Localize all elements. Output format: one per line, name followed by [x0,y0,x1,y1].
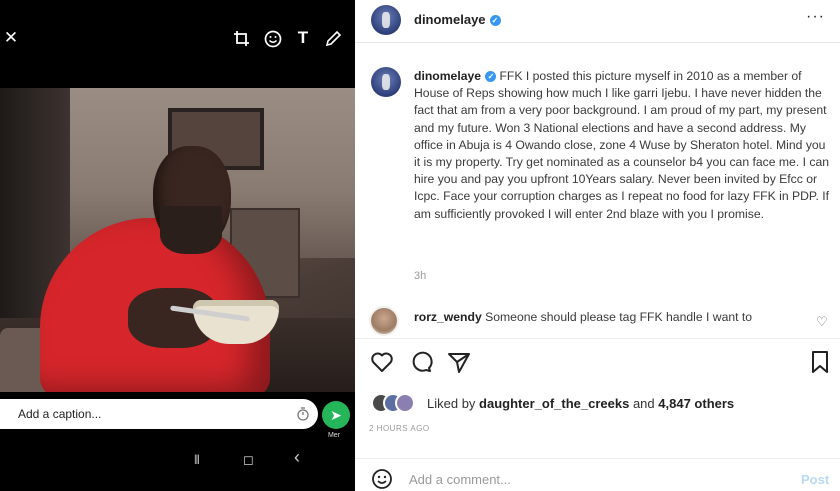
liked-by-user[interactable]: daughter_of_the_creeks [479,396,629,411]
commenter-avatar[interactable] [369,306,399,336]
crop-rotate-icon[interactable] [231,29,253,49]
comment: rorz_wendy Someone should please tag FFK… [414,310,814,327]
post-author-header[interactable]: dinomelaye ✓ [414,12,501,27]
commenter-username[interactable]: rorz_wendy [414,310,482,324]
post-date: 2 HOURS AGO [369,424,430,433]
post-comment-button[interactable]: Post [801,472,829,487]
bookmark-icon[interactable] [807,349,833,375]
mini-avatar [395,393,415,413]
emoji-icon[interactable] [371,468,393,490]
author-username[interactable]: dinomelaye [414,12,486,27]
pencil-icon[interactable] [322,29,344,49]
divider [355,338,840,339]
caption-emoji-icon[interactable] [0,405,12,423]
text-icon[interactable]: T [292,28,314,48]
caption-input[interactable] [18,399,288,429]
recents-nav-icon[interactable]: ||| [194,452,200,468]
back-nav-icon[interactable]: ‹ [294,448,300,466]
send-icon: ➤ [330,407,342,423]
heart-icon[interactable] [369,349,395,375]
comment-like-icon[interactable]: ♡ [816,314,828,330]
close-icon[interactable]: ✕ [0,28,22,48]
home-nav-icon[interactable]: ◻ [243,452,254,468]
media-editor: ✕ T ➤ Mer ||| ◻ ‹ [0,0,355,491]
caption-avatar[interactable] [371,67,401,97]
divider [355,42,840,43]
photo-person-beard [160,206,222,254]
timer-icon[interactable] [296,406,310,422]
liked-by-prefix: Liked by [427,396,476,411]
send-button[interactable]: ➤ [322,401,350,429]
caption-body: FFK I posted this picture myself in 2010… [414,69,830,221]
likes-summary: Liked by daughter_of_the_creeks and 4,84… [427,396,734,411]
more-options-button[interactable]: ··· [806,8,825,26]
caption-timestamp: 3h [414,270,427,282]
liked-by-and: and [632,396,655,411]
instagram-post: dinomelaye ✓ ··· dinomelaye ✓ FFK I posted… [355,0,840,491]
comment-icon[interactable] [408,349,434,375]
shared-photo [0,88,355,392]
likes-count[interactable]: 4,847 others [658,396,734,411]
verified-badge-icon: ✓ [485,71,497,82]
more-icon: ··· [806,8,825,25]
recipient-label: Mer [327,432,341,439]
caption-username[interactable]: dinomelaye [414,69,481,83]
emoji-icon[interactable] [262,29,284,49]
divider [355,458,840,459]
add-comment-input[interactable] [409,469,779,489]
share-icon[interactable] [446,349,472,375]
comment-body: Someone should please tag FFK handle I w… [485,310,753,324]
liked-by-avatars[interactable] [371,393,421,413]
verified-badge-icon: ✓ [489,15,501,26]
post-caption: dinomelaye ✓ FFK I posted this picture my… [414,68,832,223]
caption-bar [0,399,318,429]
avatar[interactable] [371,5,401,35]
